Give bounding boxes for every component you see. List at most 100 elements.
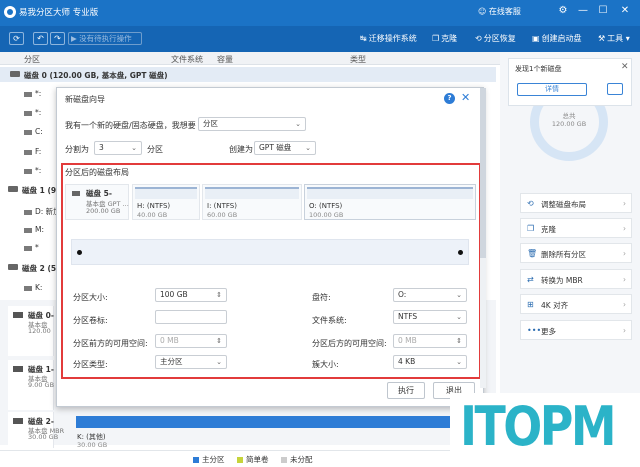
disk-row-2[interactable]: 磁盘 2 (5 <box>0 260 56 275</box>
convert-icon: ⇄ <box>527 275 534 284</box>
partition-row[interactable]: * <box>24 243 39 252</box>
redo-button[interactable]: ↷ <box>50 32 65 45</box>
execute-button[interactable]: 执行 <box>387 382 425 399</box>
watermark: ITOPM <box>450 393 640 467</box>
help-icon[interactable]: ? <box>444 93 455 104</box>
filesystem-select[interactable]: NTFS ⌄ <box>393 310 467 324</box>
disk-row-1[interactable]: 磁盘 1 (9 <box>0 182 56 197</box>
partition-icon <box>24 245 32 251</box>
cluster-size-select[interactable]: 4 KB ⌄ <box>393 355 467 369</box>
more-action[interactable]: ••• 更多 › <box>520 320 632 340</box>
adjust-icon: ⟲ <box>527 199 534 208</box>
action-select[interactable]: 分区 ⌄ <box>198 117 306 131</box>
create-as-label: 创建为 <box>229 145 253 154</box>
settings-icon[interactable]: ⚙ <box>556 5 570 16</box>
disk-type-select[interactable]: GPT 磁盘 ⌄ <box>254 141 316 155</box>
partition-bar-k[interactable] <box>76 416 486 428</box>
partition-type-label: 分区类型: <box>73 360 108 369</box>
partition-row[interactable]: *: <box>24 108 41 117</box>
legend-unallocated: 未分配 <box>281 454 313 465</box>
tools-button[interactable]: ⚒ 工具 ▾ <box>598 33 630 44</box>
partition-row[interactable]: F: <box>24 147 41 156</box>
align-4k-action[interactable]: ⊞ 4K 对齐 › <box>520 294 632 314</box>
pending-operations-button[interactable]: ▶ 没有待执行操作 <box>68 32 142 45</box>
dialog-title: 新磁盘向导 <box>65 95 105 104</box>
convert-mbr-action[interactable]: ⇄ 转换为 MBR › <box>520 269 632 289</box>
migrate-icon: ↹ <box>360 34 367 43</box>
space-before-stepper[interactable]: 0 MB ⇕ <box>155 334 227 348</box>
online-service-link[interactable]: ☺ 在线客服 <box>478 6 521 17</box>
col-type[interactable]: 类型 <box>350 54 366 65</box>
disk-row-0[interactable]: 磁盘 0 (120.00 GB, 基本盘, GPT 磁盘) <box>0 67 496 82</box>
partition-icon <box>24 168 32 174</box>
layout-partition-o[interactable]: O: (NTFS) 100.00 GB <box>304 184 476 220</box>
partition-row[interactable]: *: <box>24 166 41 175</box>
title-bar: 易我分区大师 专业版 ☺ 在线客服 ⚙ — ☐ ✕ <box>0 0 640 26</box>
split-count-select[interactable]: 3 ⌄ <box>94 141 142 155</box>
partition-row[interactable]: *: <box>24 89 41 98</box>
slider-right-handle[interactable] <box>458 250 463 255</box>
volume-label-label: 分区卷标: <box>73 316 108 325</box>
disk-card-0[interactable]: 磁盘 0- 基本盘 120.00 <box>8 306 54 356</box>
partition-icon <box>24 91 32 97</box>
app-title: 易我分区大师 专业版 <box>19 8 99 18</box>
split-unit-label: 分区 <box>147 145 163 154</box>
boot-disk-icon: ▣ <box>532 34 540 43</box>
disk-card-1[interactable]: 磁盘 1- 基本盘 9.00 GB <box>8 360 54 410</box>
stepper-icon: ⇕ <box>216 291 222 299</box>
clone-action[interactable]: ❐ 克隆 › <box>520 218 632 238</box>
partition-row[interactable]: M: <box>24 225 44 234</box>
partition-row[interactable]: C: <box>24 127 43 136</box>
dialog-scrollbar[interactable] <box>480 88 486 388</box>
undo-button[interactable]: ↶ <box>33 32 48 45</box>
layout-partition-h[interactable]: H: (NTFS) 40.00 GB <box>132 184 200 220</box>
close-button[interactable]: ✕ <box>618 5 632 16</box>
scrollbar-thumb[interactable] <box>480 88 486 258</box>
minimize-button[interactable]: — <box>576 5 590 16</box>
filesystem-label: 文件系统: <box>312 316 347 325</box>
adjust-layout-action[interactable]: ⟲ 调整磁盘布局 › <box>520 193 632 213</box>
create-boot-disk-button[interactable]: ▣ 创建启动盘 <box>532 33 582 44</box>
maximize-button[interactable]: ☐ <box>596 5 610 16</box>
details-button[interactable]: 详情 <box>517 83 587 96</box>
stepper-icon: ⇕ <box>456 337 462 345</box>
col-partition[interactable]: 分区 <box>24 54 40 65</box>
disk-icon <box>13 418 23 424</box>
new-disk-icon <box>607 83 623 95</box>
layout-partition-i[interactable]: I: (NTFS) 60.00 GB <box>202 184 302 220</box>
slider-left-handle[interactable] <box>77 250 82 255</box>
stepper-icon: ⇕ <box>216 337 222 345</box>
drive-letter-select[interactable]: O: ⌄ <box>393 288 467 302</box>
size-stepper[interactable]: 100 GB ⇕ <box>155 288 227 302</box>
trash-icon: 🗑 <box>527 249 538 258</box>
disk-icon <box>72 191 80 196</box>
delete-all-action[interactable]: 🗑 删除所有分区 › <box>520 243 632 263</box>
split-into-label: 分割为 <box>65 145 89 154</box>
partition-k-size: 30.00 GB <box>77 441 108 449</box>
space-after-stepper[interactable]: 0 MB ⇕ <box>393 334 467 348</box>
space-before-label: 分区前方的可用空间: <box>73 339 148 348</box>
col-capacity[interactable]: 容量 <box>217 54 233 65</box>
toolbar: ⟳ ↶ ↷ ▶ 没有待执行操作 ↹ 迁移操作系统 ❐ 克隆 ⟲ 分区恢复 ▣ 创建启动盘… <box>0 26 640 52</box>
cluster-size-label: 簇大小: <box>312 360 339 369</box>
partition-recovery-button[interactable]: ⟲ 分区恢复 <box>475 33 516 44</box>
new-disk-wizard-dialog: 新磁盘向导 ? ✕ 我有一个新的硬盘/固态硬盘，我想要 分区 ⌄ 分割为 3 ⌄ 分… <box>56 87 484 407</box>
partition-row[interactable]: K: <box>24 283 42 292</box>
col-filesystem[interactable]: 文件系统 <box>171 54 203 65</box>
disk-card-2[interactable]: 磁盘 2- 基本盘 MBR 30.00 GB <box>8 412 64 448</box>
disk-icon <box>13 312 23 318</box>
migrate-os-button[interactable]: ↹ 迁移操作系统 <box>360 33 417 44</box>
clone-button[interactable]: ❐ 克隆 <box>432 33 457 44</box>
partition-type-select[interactable]: 主分区 ⌄ <box>155 355 227 369</box>
more-icon: ••• <box>527 326 542 335</box>
tools-icon: ⚒ <box>598 34 606 43</box>
volume-label-input[interactable] <box>155 310 227 324</box>
notice-close-icon[interactable]: ✕ <box>621 62 629 72</box>
chevron-down-icon: ⌄ <box>456 313 462 321</box>
dialog-close-icon[interactable]: ✕ <box>461 91 470 104</box>
partition-size-slider[interactable] <box>71 239 469 265</box>
partition-icon <box>24 129 32 135</box>
refresh-button[interactable]: ⟳ <box>9 32 24 45</box>
question-label: 我有一个新的硬盘/固态硬盘，我想要 <box>65 121 196 130</box>
disk-icon <box>8 264 18 270</box>
